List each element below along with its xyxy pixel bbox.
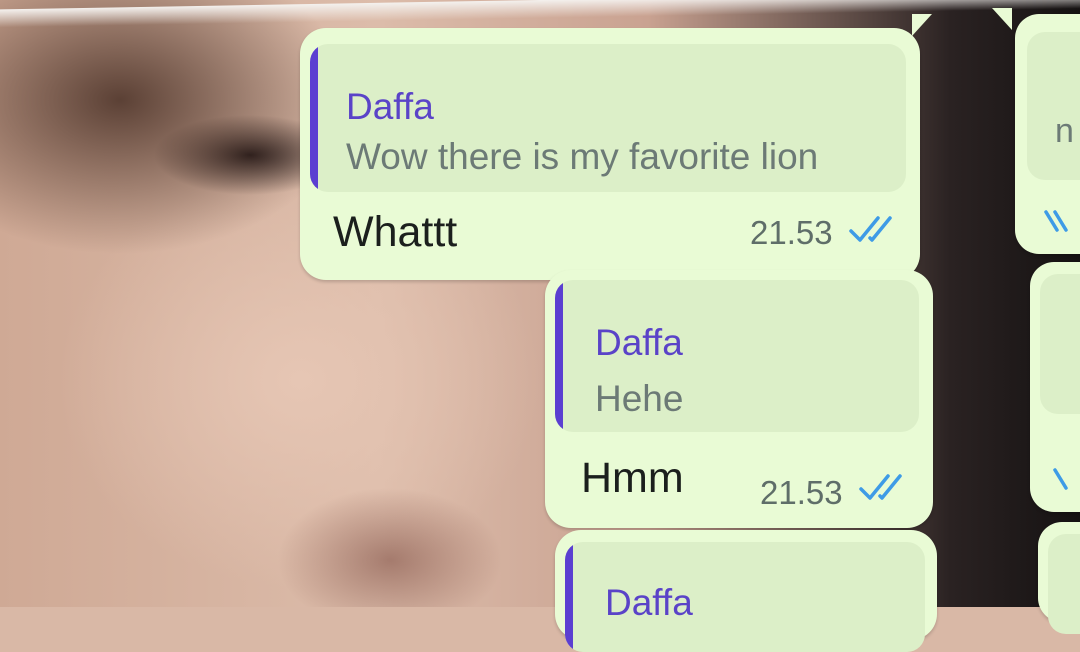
double-check-icon bbox=[1053, 468, 1068, 490]
partial-bubble[interactable] bbox=[1038, 522, 1080, 634]
reply-quote[interactable]: Daffa Hehe bbox=[555, 280, 919, 432]
message-bubble[interactable]: Daffa Hehe Hmm 21.53 bbox=[545, 270, 933, 528]
reply-quote bbox=[1048, 534, 1080, 634]
reply-quote[interactable]: Daffa Wow there is my favorite lion bbox=[310, 44, 906, 192]
quote-author: Daffa bbox=[346, 86, 434, 127]
quote-bar bbox=[555, 280, 563, 432]
reply-quote[interactable]: Daffa bbox=[565, 542, 925, 652]
quote-author: Daffa bbox=[595, 322, 683, 363]
quote-bar bbox=[565, 542, 573, 652]
double-check-icon bbox=[849, 216, 892, 242]
reply-quote bbox=[1040, 274, 1080, 414]
quote-text: Hehe bbox=[595, 378, 684, 419]
double-check-icon bbox=[859, 474, 902, 500]
quote-text: Wow there is my favorite lion bbox=[346, 136, 819, 177]
message-bubble[interactable]: Daffa bbox=[555, 530, 937, 652]
message-text: Hmm bbox=[581, 454, 684, 502]
double-check-icon bbox=[1044, 210, 1068, 232]
message-bubble[interactable]: Daffa Wow there is my favorite lion What… bbox=[300, 14, 932, 280]
quote-bar bbox=[310, 44, 318, 192]
quote-author: Daffa bbox=[605, 582, 693, 623]
message-text: Whattt bbox=[333, 208, 458, 256]
message-time: 21.53 bbox=[750, 214, 833, 251]
partial-bubble[interactable] bbox=[1030, 262, 1080, 512]
reply-quote bbox=[1027, 32, 1080, 180]
partial-bubble[interactable]: n bbox=[1015, 14, 1080, 254]
partial-quote-text: n bbox=[1055, 112, 1074, 150]
bubble-tail bbox=[992, 8, 1012, 30]
message-time: 21.53 bbox=[760, 474, 843, 511]
bubble-tail bbox=[912, 14, 932, 36]
